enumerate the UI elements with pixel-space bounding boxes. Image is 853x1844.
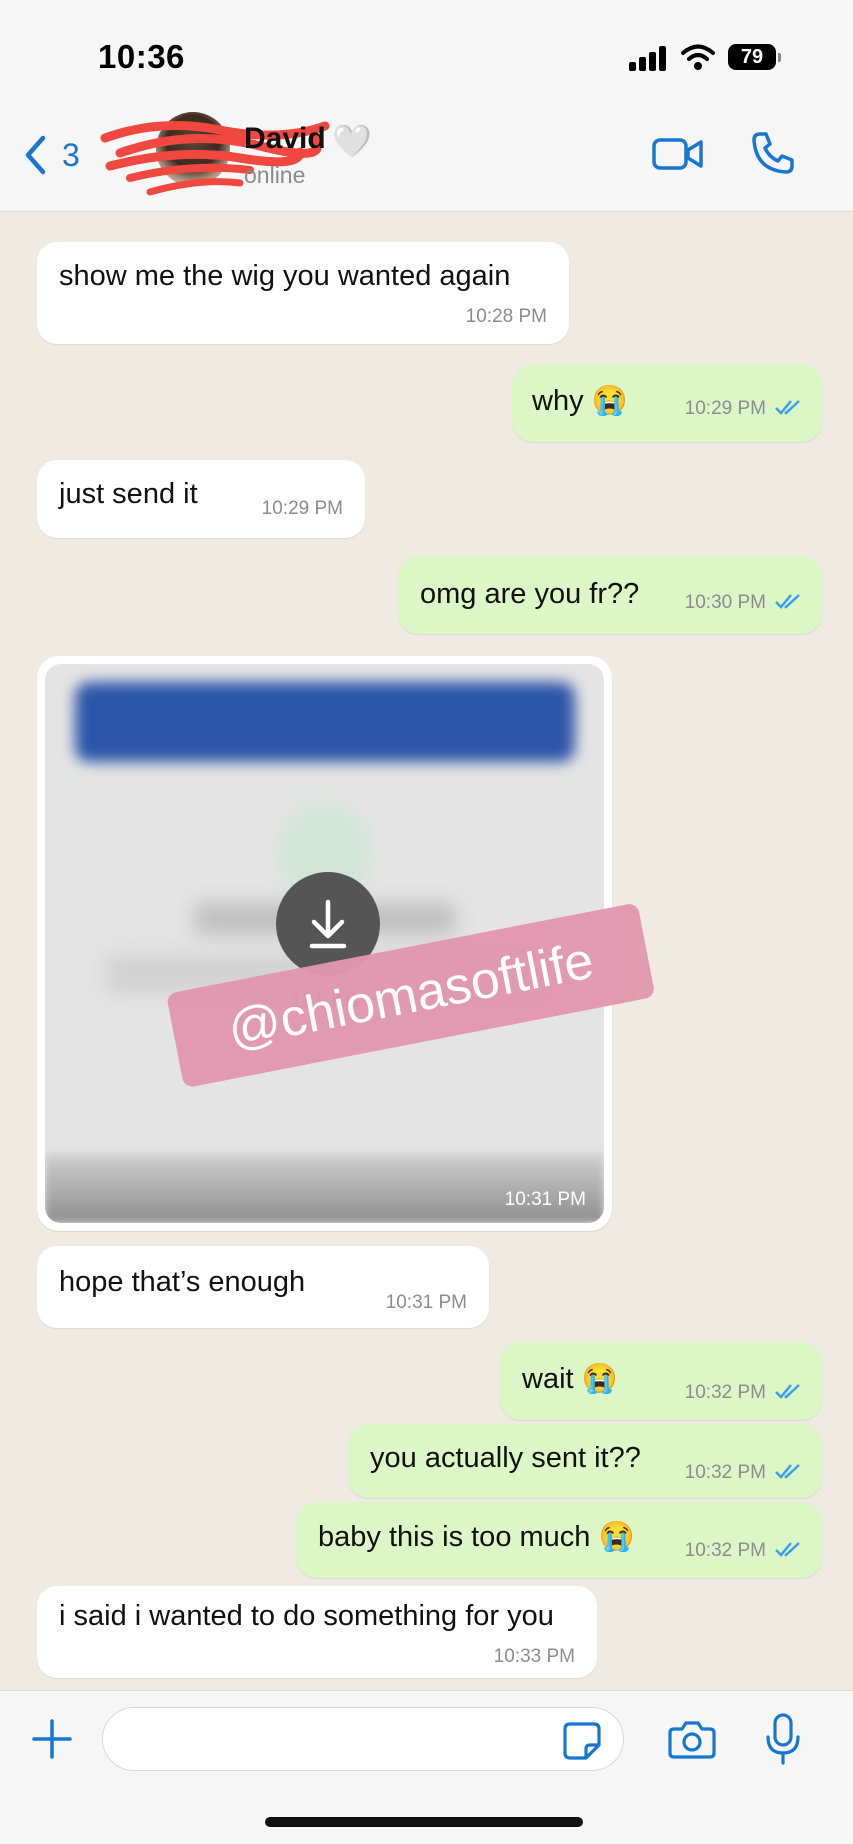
message-text: i said i wanted to do something for you xyxy=(59,1600,554,1632)
contact-status: online xyxy=(244,162,306,188)
double-check-icon xyxy=(775,400,800,415)
plus-icon[interactable] xyxy=(30,1717,74,1761)
chat-area[interactable]: show me the wig you wanted again 10:28 P… xyxy=(0,212,853,1690)
message-text: wait 😭 xyxy=(522,1363,618,1395)
message-time: 10:33 PM xyxy=(493,1646,575,1667)
message-text: just send it xyxy=(59,478,198,510)
heart-emoji: 🤍 xyxy=(332,123,373,160)
double-check-icon xyxy=(775,1542,800,1557)
voice-call-icon[interactable] xyxy=(750,130,796,176)
home-indicator xyxy=(265,1817,583,1827)
message-text: hope that’s enough xyxy=(59,1266,306,1298)
message-incoming[interactable]: hope that’s enough 10:31 PM xyxy=(37,1246,489,1328)
contact-name[interactable]: David xyxy=(244,122,326,156)
message-time: 10:32 PM xyxy=(684,1382,766,1403)
message-text: omg are you fr?? xyxy=(420,578,640,610)
message-composer xyxy=(0,1690,853,1844)
double-check-icon xyxy=(775,594,800,609)
chat-header: 3 David 🤍 online xyxy=(0,100,853,212)
message-text: show me the wig you wanted again xyxy=(59,260,511,292)
cellular-signal-icon xyxy=(629,45,669,71)
message-outgoing[interactable]: baby this is too much 😭 10:32 PM xyxy=(296,1502,822,1578)
camera-icon[interactable] xyxy=(668,1719,716,1759)
message-incoming[interactable]: show me the wig you wanted again 10:28 P… xyxy=(37,242,569,344)
clock: 10:36 xyxy=(98,38,185,75)
microphone-icon[interactable] xyxy=(763,1713,803,1765)
wifi-icon xyxy=(681,44,715,70)
back-button[interactable]: 3 xyxy=(24,130,94,180)
message-incoming[interactable]: just send it 10:29 PM xyxy=(37,460,365,538)
message-time: 10:29 PM xyxy=(261,498,343,519)
message-time: 10:32 PM xyxy=(684,1462,766,1483)
status-bar: 10:36 79 xyxy=(0,0,853,100)
message-time: 10:30 PM xyxy=(684,592,766,613)
message-time: 10:32 PM xyxy=(684,1540,766,1561)
unread-count: 3 xyxy=(62,136,80,173)
message-outgoing[interactable]: omg are you fr?? 10:30 PM xyxy=(398,556,822,634)
message-incoming[interactable]: i said i wanted to do something for you … xyxy=(37,1586,597,1678)
message-input[interactable] xyxy=(102,1707,624,1771)
message-outgoing[interactable]: you actually sent it?? 10:32 PM xyxy=(348,1424,822,1498)
battery-indicator: 79 xyxy=(728,44,781,70)
message-time: 10:28 PM xyxy=(465,306,547,327)
message-text: why 😭 xyxy=(532,385,628,417)
double-check-icon xyxy=(775,1384,800,1399)
message-outgoing[interactable]: why 😭 10:29 PM xyxy=(512,364,822,442)
message-outgoing[interactable]: wait 😭 10:32 PM xyxy=(500,1342,822,1420)
message-text: baby this is too much 😭 xyxy=(318,1521,635,1553)
double-check-icon xyxy=(775,1464,800,1479)
message-text: you actually sent it?? xyxy=(370,1442,641,1474)
message-time: 10:31 PM xyxy=(385,1292,467,1313)
video-call-icon[interactable] xyxy=(652,134,704,174)
message-time: 10:31 PM xyxy=(504,1189,586,1210)
back-chevron-icon xyxy=(25,135,46,175)
sticker-icon[interactable] xyxy=(562,1721,602,1761)
message-time: 10:29 PM xyxy=(684,398,766,419)
